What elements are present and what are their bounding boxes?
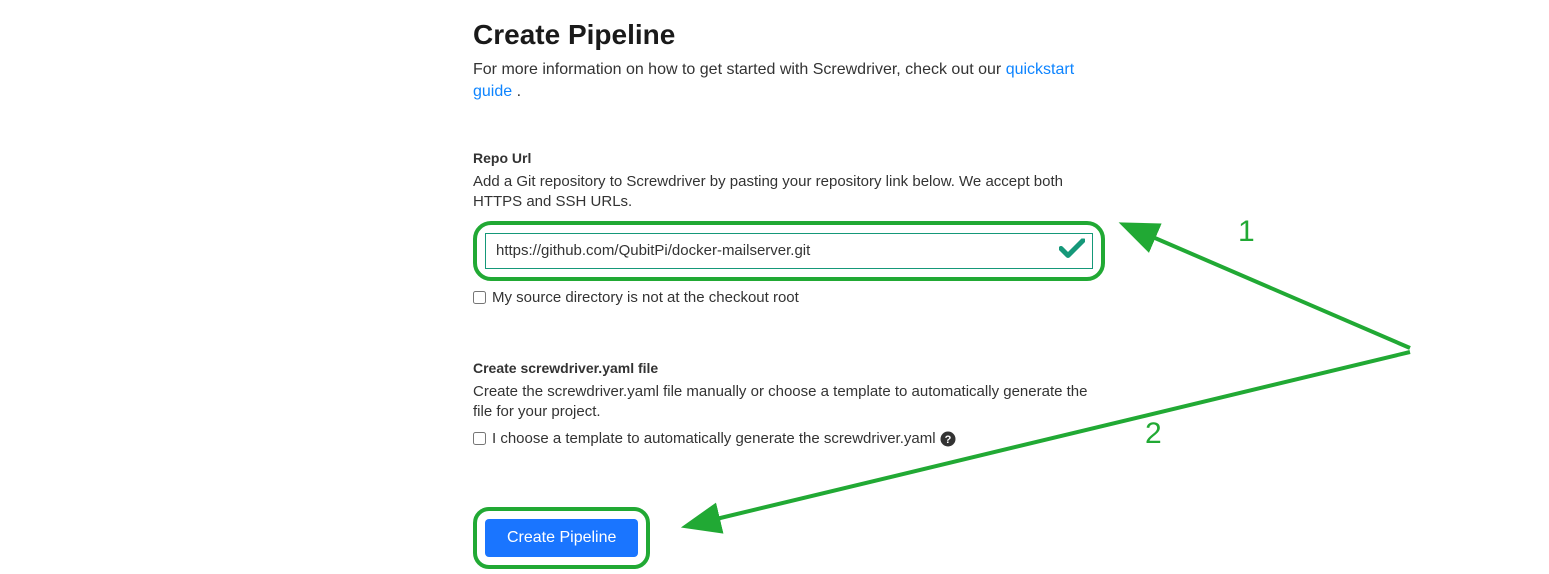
repo-url-label: Repo Url xyxy=(473,150,1105,166)
repo-url-description: Add a Git repository to Screwdriver by p… xyxy=(473,172,1105,213)
source-dir-checkbox-label: My source directory is not at the checko… xyxy=(492,289,799,306)
repo-url-input[interactable] xyxy=(485,233,1093,269)
template-checkbox-row[interactable]: I choose a template to automatically gen… xyxy=(473,430,1105,447)
repo-input-highlight xyxy=(473,221,1105,281)
create-button-highlight: Create Pipeline xyxy=(473,507,650,569)
yaml-section-description: Create the screwdriver.yaml file manuall… xyxy=(473,382,1105,423)
annotation-number-1: 1 xyxy=(1238,215,1255,249)
repo-input-wrapper xyxy=(485,233,1093,269)
template-checkbox-label: I choose a template to automatically gen… xyxy=(492,430,936,447)
checkmark-icon xyxy=(1059,238,1085,263)
create-pipeline-button[interactable]: Create Pipeline xyxy=(485,519,638,557)
template-checkbox[interactable] xyxy=(473,432,486,445)
create-pipeline-form: Create Pipeline For more information on … xyxy=(473,19,1105,569)
yaml-section-label: Create screwdriver.yaml file xyxy=(473,360,1105,376)
intro-suffix: . xyxy=(512,83,521,100)
annotation-number-2: 2 xyxy=(1145,417,1162,451)
source-dir-checkbox[interactable] xyxy=(473,291,486,304)
intro-text: For more information on how to get start… xyxy=(473,59,1105,102)
svg-text:?: ? xyxy=(944,434,951,446)
intro-prefix: For more information on how to get start… xyxy=(473,61,1006,78)
help-icon[interactable]: ? xyxy=(940,431,956,447)
source-dir-checkbox-row[interactable]: My source directory is not at the checko… xyxy=(473,289,1105,306)
page-title: Create Pipeline xyxy=(473,19,1105,51)
